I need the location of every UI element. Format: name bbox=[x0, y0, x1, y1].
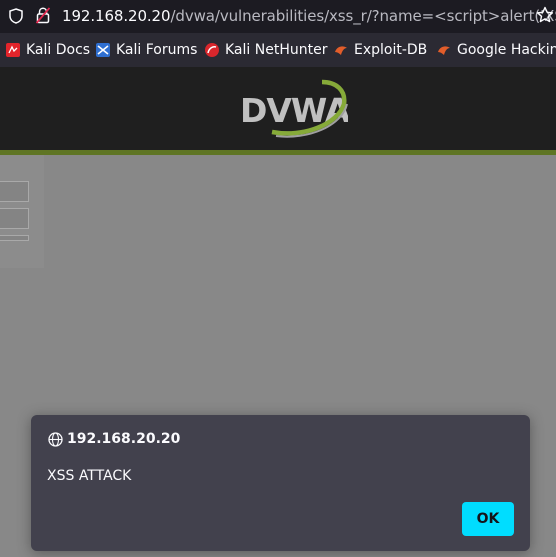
shield-icon[interactable] bbox=[9, 8, 23, 24]
address-bar[interactable]: 192.168.20.20/dvwa/vulnerabilities/xss_r… bbox=[0, 0, 556, 33]
bookmark-label: Kali Forums bbox=[116, 42, 198, 58]
kali-forums-icon bbox=[96, 43, 110, 57]
url-host: 192.168.20.20 bbox=[62, 7, 171, 25]
dialog-message: XSS ATTACK bbox=[47, 468, 132, 484]
exploit-db-icon bbox=[335, 46, 347, 55]
bookmark-star-icon[interactable] bbox=[536, 6, 554, 24]
bookmark-label: Kali Docs bbox=[26, 42, 91, 58]
dialog-origin: 192.168.20.20 bbox=[67, 431, 181, 447]
google-hacking-icon bbox=[438, 46, 450, 55]
insecure-lock-icon[interactable] bbox=[36, 7, 50, 24]
bookmark-kali-nethunter[interactable]: Kali NetHunter bbox=[204, 41, 327, 59]
bookmark-exploit-db[interactable]: Exploit-DB bbox=[333, 41, 427, 59]
url-text[interactable]: 192.168.20.20/dvwa/vulnerabilities/xss_r… bbox=[62, 6, 556, 26]
url-path: /dvwa/vulnerabilities/xss_r/?name=<scrip… bbox=[170, 7, 556, 25]
ok-button[interactable]: OK bbox=[462, 502, 514, 536]
alert-dialog: 192.168.20.20 XSS ATTACK OK bbox=[31, 415, 530, 551]
kali-docs-icon bbox=[6, 43, 20, 57]
kali-nethunter-icon bbox=[205, 43, 219, 57]
bookmark-label: Google Hacking bbox=[457, 42, 556, 58]
bookmark-label: Exploit-DB bbox=[354, 42, 428, 58]
bookmarks-toolbar: Kali Docs Kali Forums Kali NetHunter Exp… bbox=[0, 33, 556, 67]
bookmark-label: Kali NetHunter bbox=[225, 42, 328, 58]
bookmark-kali-forums[interactable]: Kali Forums bbox=[95, 41, 197, 59]
globe-icon bbox=[48, 432, 63, 447]
bookmark-google-hacking[interactable]: Google Hacking bbox=[436, 41, 556, 59]
bookmark-kali-docs[interactable]: Kali Docs bbox=[5, 41, 90, 59]
